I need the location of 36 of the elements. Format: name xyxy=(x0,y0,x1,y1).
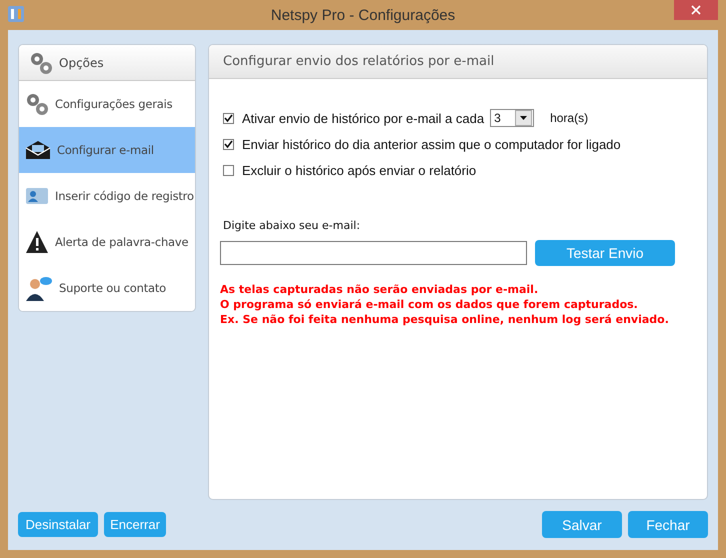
gears-icon xyxy=(29,50,53,74)
sidebar-title: Opções xyxy=(59,56,104,70)
support-agent-icon xyxy=(25,275,53,301)
panel-title: Configurar envio dos relatórios por e-mail xyxy=(223,54,494,69)
warning-icon xyxy=(25,230,49,254)
envelope-icon xyxy=(25,140,51,160)
test-send-button[interactable]: Testar Envio xyxy=(535,240,675,266)
unit-label: hora(s) xyxy=(550,111,588,125)
gears-icon xyxy=(25,92,49,116)
checkbox[interactable] xyxy=(223,164,234,176)
sidebar-item[interactable]: Configurar e-mail xyxy=(19,127,195,173)
option-label: Excluir o histórico após enviar o relatório xyxy=(242,162,476,178)
close-button[interactable] xyxy=(674,0,718,20)
email-label: Digite abaixo seu e-mail: xyxy=(223,219,362,232)
option-label: Ativar envio de histórico por e-mail a cada xyxy=(242,110,484,126)
sidebar-item-label: Configurar e-mail xyxy=(57,143,154,157)
option-label: Enviar histórico do dia anterior assim que o computador for ligado xyxy=(242,136,621,152)
footer-button[interactable]: Encerrar xyxy=(104,512,166,537)
warning-note: Ex. Se não foi feita nenhuma pesquisa online, nenhum log será enviado. xyxy=(220,312,670,327)
id-card-icon xyxy=(25,186,49,206)
sidebar-item-label: Inserir código de registro xyxy=(55,189,194,203)
warning-note: O programa só enviará e-mail com os dados que forem capturados. xyxy=(220,297,639,312)
checkbox[interactable] xyxy=(223,138,234,150)
sidebar-item-label: Configurações gerais xyxy=(55,97,172,111)
footer-button[interactable]: Salvar xyxy=(542,511,622,538)
footer-button[interactable]: Fechar xyxy=(628,511,708,538)
sidebar-item-label: Alerta de palavra-chave xyxy=(55,235,188,249)
checkbox[interactable] xyxy=(223,112,234,124)
close-icon xyxy=(691,5,701,15)
warning-note: As telas capturadas não serão enviadas por e-mail. xyxy=(220,282,540,297)
email-field[interactable] xyxy=(220,241,527,265)
window-title: Netspy Pro - Configurações xyxy=(270,6,456,24)
footer-button[interactable]: Desinstalar xyxy=(18,512,98,537)
interval-dropdown[interactable]: 3 xyxy=(490,109,534,127)
sidebar-item-label: Suporte ou contato xyxy=(59,281,166,295)
app-icon xyxy=(8,6,24,22)
